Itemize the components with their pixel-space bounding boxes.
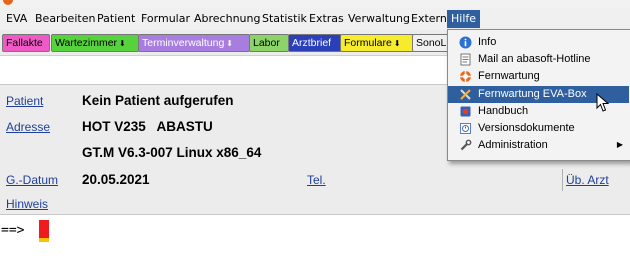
help-menu-fernwartung[interactable]: Fernwartung: [448, 68, 629, 85]
menu-statistik[interactable]: Statistik: [260, 10, 309, 28]
command-prompt: ==>: [1, 223, 25, 238]
dropdown-arrow-icon: ⬇: [226, 39, 233, 48]
hinweis-row: Hinweis: [0, 192, 630, 215]
help-menu-administration[interactable]: Administration ▶: [448, 137, 629, 154]
command-line[interactable]: ==>: [0, 218, 630, 274]
arztbrief-label: Arztbrief: [292, 37, 332, 49]
menu-verwaltung[interactable]: Verwaltung: [346, 10, 412, 28]
menu-extern[interactable]: Extern: [409, 10, 449, 28]
hinweis-link[interactable]: Hinweis: [6, 197, 48, 211]
window-title-bar: [0, 0, 630, 8]
adresse-value-line1: HOT V235 ABASTU: [82, 119, 213, 134]
patient-link[interactable]: Patient: [6, 94, 43, 108]
menu-bar: EVA Bearbeiten Patient Formular Abrechnu…: [0, 8, 630, 31]
help-menu-fernwartung-label: Fernwartung: [478, 70, 540, 82]
menu-eva[interactable]: EVA: [4, 10, 29, 28]
book-icon: [460, 106, 471, 117]
wrench-icon: [460, 139, 472, 151]
labor-label: Labor: [253, 37, 280, 49]
menu-extras[interactable]: Extras: [307, 10, 346, 28]
documents-icon: [460, 123, 471, 134]
tel-link[interactable]: Tel.: [307, 173, 326, 187]
mouse-pointer-icon: [596, 93, 610, 112]
formulare-button[interactable]: Formulare ⬇: [340, 34, 414, 52]
menu-patient[interactable]: Patient: [95, 10, 137, 28]
fallakte-label: Fallakte: [6, 37, 43, 49]
info-icon: [459, 36, 472, 49]
gdatum-value: 20.05.2021: [82, 172, 150, 187]
help-menu-administration-label: Administration: [478, 139, 548, 151]
menu-bearbeiten[interactable]: Bearbeiten: [33, 10, 97, 28]
ueb-arzt-link[interactable]: Üb. Arzt: [566, 173, 609, 187]
wartezimmer-button[interactable]: Wartezimmer ⬇: [51, 34, 139, 52]
labor-button[interactable]: Labor: [249, 34, 289, 52]
gdatum-link[interactable]: G.-Datum: [6, 173, 58, 187]
dropdown-arrow-icon: ⬇: [393, 39, 401, 48]
help-menu-versionsdokumente[interactable]: Versionsdokumente: [448, 120, 629, 137]
arztbrief-button[interactable]: Arztbrief: [288, 34, 342, 52]
adresse-link[interactable]: Adresse: [6, 120, 50, 134]
mail-icon: [460, 53, 471, 66]
text-cursor-underline: [39, 238, 49, 242]
wartezimmer-label: Wartezimmer: [55, 37, 118, 49]
patient-value: Kein Patient aufgerufen: [82, 93, 234, 108]
help-menu-mail-label: Mail an abasoft-Hotline: [478, 53, 591, 65]
menu-abrechnung[interactable]: Abrechnung: [192, 10, 262, 28]
formulare-label: Formulare: [344, 37, 392, 49]
text-cursor: [39, 220, 49, 238]
submenu-arrow-icon: ▶: [616, 140, 623, 149]
help-menu-mail-hotline[interactable]: Mail an abasoft-Hotline: [448, 51, 629, 68]
terminverwaltung-label: Terminverwaltung: [142, 37, 225, 49]
dropdown-arrow-icon: ⬇: [119, 39, 126, 48]
menu-formular[interactable]: Formular: [139, 10, 192, 28]
help-menu-versionsdokumente-label: Versionsdokumente: [478, 122, 575, 134]
help-menu-info[interactable]: Info: [448, 34, 629, 51]
tools-icon: [460, 89, 471, 100]
app-icon: [3, 0, 13, 5]
help-menu-handbuch-label: Handbuch: [478, 105, 529, 117]
help-menu-eva-box-label: Fernwartung EVA-Box: [478, 88, 587, 100]
column-divider: [562, 169, 563, 191]
lifebuoy-icon: [460, 71, 471, 82]
fallakte-button[interactable]: Fallakte: [2, 34, 50, 52]
help-menu-info-label: Info: [478, 36, 497, 48]
adresse-value-line2: GT.M V6.3-007 Linux x86_64: [82, 145, 262, 160]
terminverwaltung-button[interactable]: Terminverwaltung ⬇: [138, 34, 250, 52]
menu-hilfe[interactable]: Hilfe: [447, 10, 481, 28]
sonol-label: SonoL: [416, 37, 447, 49]
